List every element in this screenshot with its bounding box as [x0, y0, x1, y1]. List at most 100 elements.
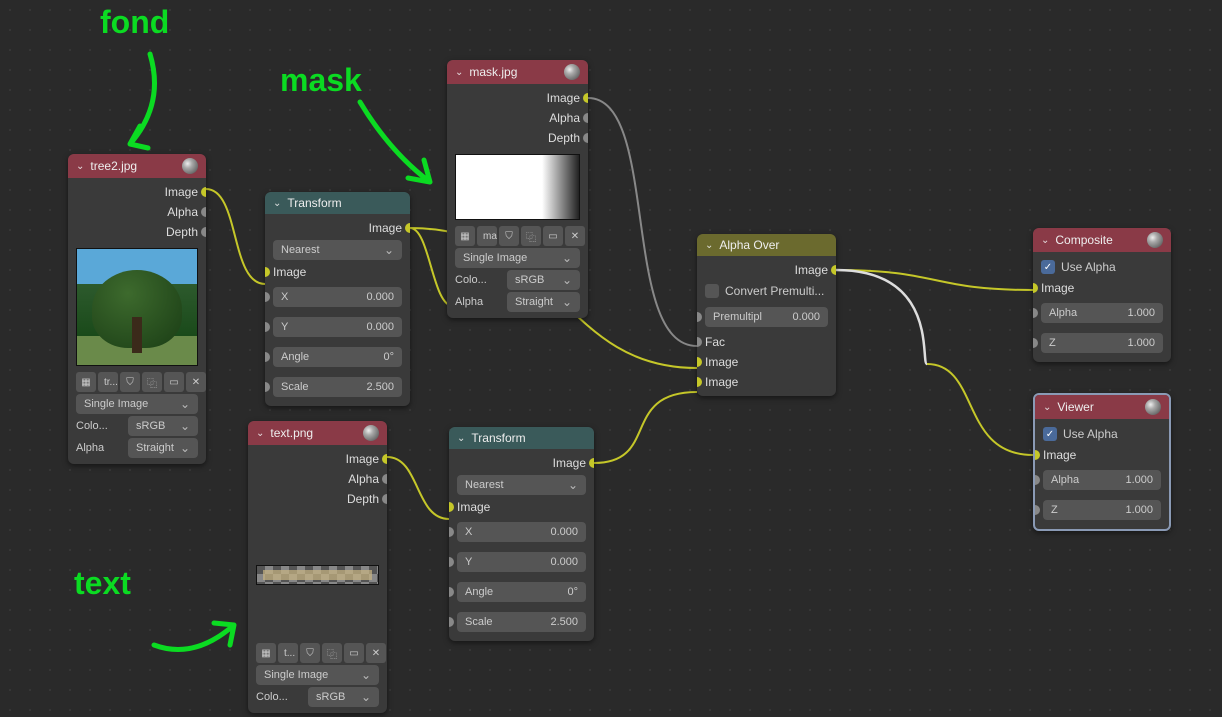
socket-out[interactable] — [583, 133, 588, 143]
socket-out[interactable] — [589, 458, 594, 468]
y-field[interactable]: Y0.000 — [273, 317, 402, 337]
unlink-icon[interactable]: ⿻ — [521, 226, 541, 246]
alpha-field[interactable]: Alpha1.000 — [1041, 303, 1163, 323]
node-header[interactable]: ⌄ text.png — [248, 421, 387, 445]
close-icon[interactable]: ✕ — [186, 372, 206, 392]
node-header[interactable]: ⌄ tree2.jpg — [68, 154, 206, 178]
node-header[interactable]: ⌄ Composite — [1033, 228, 1171, 252]
open-icon[interactable]: ▭ — [543, 226, 563, 246]
node-header[interactable]: ⌄ Transform — [449, 427, 594, 449]
image-name-field[interactable]: tr... — [98, 372, 118, 392]
filter-dropdown[interactable]: Nearest — [457, 475, 586, 495]
source-dropdown[interactable]: Single Image — [455, 248, 580, 268]
y-field[interactable]: Y0.000 — [457, 552, 586, 572]
collapse-icon[interactable]: ⌄ — [256, 428, 264, 439]
socket-out[interactable] — [583, 113, 588, 123]
x-field[interactable]: X0.000 — [457, 522, 586, 542]
users-icon[interactable]: ⛉ — [120, 372, 140, 392]
users-icon[interactable]: ⛉ — [300, 643, 320, 663]
collapse-icon[interactable]: ⌄ — [455, 67, 463, 78]
socket-in[interactable] — [1033, 475, 1040, 485]
socket-in[interactable] — [697, 377, 702, 387]
collapse-icon[interactable]: ⌄ — [705, 240, 713, 251]
alpha-field[interactable]: Alpha1.000 — [1043, 470, 1161, 490]
socket-in[interactable] — [697, 357, 702, 367]
users-icon[interactable]: ⛉ — [499, 226, 519, 246]
use-alpha-checkbox[interactable]: ✓ Use Alpha — [1035, 423, 1169, 445]
socket-in[interactable] — [265, 292, 270, 302]
socket-out[interactable] — [382, 474, 387, 484]
scale-field[interactable]: Scale2.500 — [457, 612, 586, 632]
collapse-icon[interactable]: ⌄ — [273, 198, 281, 209]
socket-in[interactable] — [265, 322, 270, 332]
node-header[interactable]: ⌄ Viewer — [1035, 395, 1169, 419]
x-field[interactable]: X0.000 — [273, 287, 402, 307]
filter-dropdown[interactable]: Nearest — [273, 240, 402, 260]
node-header[interactable]: ⌄ Transform — [265, 192, 410, 214]
source-dropdown[interactable]: Single Image — [76, 394, 198, 414]
socket-out[interactable] — [201, 207, 206, 217]
socket-out[interactable] — [201, 187, 206, 197]
image-name-field[interactable]: t... — [278, 643, 298, 663]
node-header[interactable]: ⌄ Alpha Over — [697, 234, 836, 256]
node-viewer[interactable]: ⌄ Viewer ✓ Use Alpha Image Alpha1.000 Z1… — [1033, 393, 1171, 531]
unlink-icon[interactable]: ⿻ — [322, 643, 342, 663]
socket-out[interactable] — [405, 223, 410, 233]
collapse-icon[interactable]: ⌄ — [76, 161, 84, 172]
node-transform-2[interactable]: ⌄ Transform Image Nearest Image X0.000 Y… — [449, 427, 594, 641]
socket-in[interactable] — [265, 267, 270, 277]
node-composite[interactable]: ⌄ Composite ✓ Use Alpha Image Alpha1.000… — [1033, 228, 1171, 362]
image-name-field[interactable]: ma — [477, 226, 497, 246]
socket-in[interactable] — [1033, 308, 1038, 318]
image-icon[interactable]: ▦ — [455, 226, 475, 246]
colorspace-dropdown[interactable]: sRGB — [308, 687, 379, 707]
socket-in[interactable] — [697, 312, 702, 322]
socket-in[interactable] — [449, 502, 454, 512]
socket-in[interactable] — [1033, 450, 1040, 460]
collapse-icon[interactable]: ⌄ — [1043, 402, 1051, 413]
socket-in[interactable] — [449, 527, 454, 537]
node-image-tree[interactable]: ⌄ tree2.jpg Image Alpha Depth ▦ tr... ⛉ … — [68, 154, 206, 464]
z-field[interactable]: Z1.000 — [1041, 333, 1163, 353]
socket-in[interactable] — [697, 337, 702, 347]
socket-in[interactable] — [1033, 338, 1038, 348]
alpha-dropdown[interactable]: Straight — [507, 292, 580, 312]
colorspace-dropdown[interactable]: sRGB — [128, 416, 198, 436]
convert-premul-checkbox[interactable]: Convert Premulti... — [697, 280, 836, 302]
open-icon[interactable]: ▭ — [344, 643, 364, 663]
node-transform-1[interactable]: ⌄ Transform Image Nearest Image X0.000 Y… — [265, 192, 410, 406]
close-icon[interactable]: ✕ — [565, 226, 585, 246]
open-icon[interactable]: ▭ — [164, 372, 184, 392]
collapse-icon[interactable]: ⌄ — [457, 433, 465, 444]
close-icon[interactable]: ✕ — [366, 643, 386, 663]
colorspace-dropdown[interactable]: sRGB — [507, 270, 580, 290]
node-image-mask[interactable]: ⌄ mask.jpg Image Alpha Depth ▦ ma ⛉ ⿻ ▭ … — [447, 60, 588, 318]
angle-field[interactable]: Angle0° — [273, 347, 402, 367]
socket-in[interactable] — [449, 587, 454, 597]
socket-out[interactable] — [382, 494, 387, 504]
alpha-dropdown[interactable]: Straight — [128, 438, 198, 458]
socket-in[interactable] — [449, 557, 454, 567]
socket-out[interactable] — [382, 454, 387, 464]
angle-field[interactable]: Angle0° — [457, 582, 586, 602]
socket-in[interactable] — [265, 382, 270, 392]
socket-in[interactable] — [449, 617, 454, 627]
socket-out[interactable] — [583, 93, 588, 103]
source-dropdown[interactable]: Single Image — [256, 665, 379, 685]
socket-in[interactable] — [265, 352, 270, 362]
node-header[interactable]: ⌄ mask.jpg — [447, 60, 588, 84]
use-alpha-checkbox[interactable]: ✓ Use Alpha — [1033, 256, 1171, 278]
unlink-icon[interactable]: ⿻ — [142, 372, 162, 392]
scale-field[interactable]: Scale2.500 — [273, 377, 402, 397]
socket-in[interactable] — [1033, 505, 1040, 515]
z-field[interactable]: Z1.000 — [1043, 500, 1161, 520]
image-icon[interactable]: ▦ — [256, 643, 276, 663]
node-alpha-over[interactable]: ⌄ Alpha Over Image Convert Premulti... P… — [697, 234, 836, 396]
premul-field[interactable]: Premultipl0.000 — [705, 307, 828, 327]
socket-out[interactable] — [831, 265, 836, 275]
node-image-text[interactable]: ⌄ text.png Image Alpha Depth ▦ t... ⛉ ⿻ … — [248, 421, 387, 713]
socket-in[interactable] — [1033, 283, 1038, 293]
socket-out[interactable] — [201, 227, 206, 237]
collapse-icon[interactable]: ⌄ — [1041, 235, 1049, 246]
image-icon[interactable]: ▦ — [76, 372, 96, 392]
